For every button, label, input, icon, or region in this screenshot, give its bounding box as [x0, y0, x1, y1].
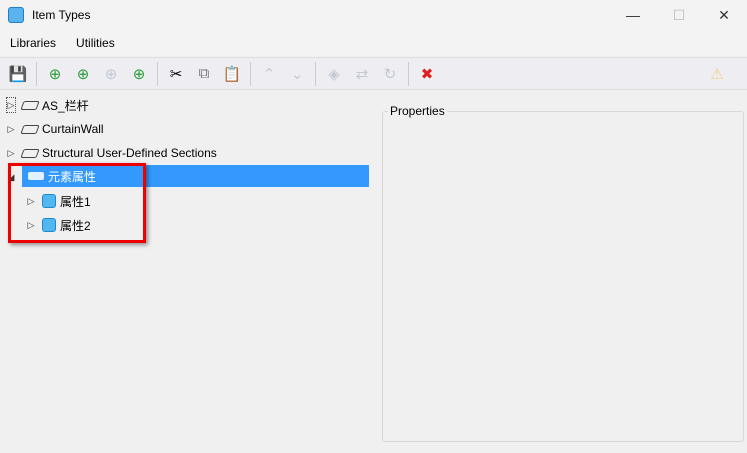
tool-2-icon[interactable]: ⇄	[350, 62, 374, 86]
tree-item[interactable]: ▷ AS_栏杆	[6, 94, 89, 116]
library-icon	[20, 100, 40, 110]
menu-libraries[interactable]: Libraries	[0, 36, 66, 50]
warning-icon: ⚠	[710, 65, 724, 83]
close-button[interactable]: ✕	[701, 0, 747, 30]
expand-icon[interactable]: ▷	[6, 97, 16, 113]
separator	[250, 61, 251, 86]
properties-label: Properties	[388, 104, 447, 118]
title-bar: Item Types — ☐ ✕	[0, 0, 747, 30]
tool-1-icon[interactable]: ◈	[322, 62, 346, 86]
move-down-icon[interactable]: ⌄	[285, 62, 309, 86]
tree-item-label: CurtainWall	[42, 122, 104, 136]
delete-icon[interactable]: ✖	[415, 62, 439, 86]
window-title: Item Types	[32, 8, 91, 22]
save-icon[interactable]: 💾	[6, 62, 30, 86]
expand-icon[interactable]: ▷	[6, 148, 16, 159]
properties-panel	[382, 111, 744, 442]
copy-icon[interactable]: ⧉	[192, 62, 216, 86]
minimize-button[interactable]: —	[610, 0, 656, 30]
expand-icon[interactable]: ▷	[6, 124, 16, 135]
maximize-button[interactable]: ☐	[656, 0, 702, 30]
tool-3-icon[interactable]: ↻	[378, 62, 402, 86]
highlight-annotation	[8, 163, 146, 243]
move-up-icon[interactable]: ⌃	[257, 62, 281, 86]
add-item-type-icon[interactable]: ⊕	[71, 62, 95, 86]
paste-icon[interactable]: 📋	[220, 62, 244, 86]
library-icon	[20, 124, 40, 134]
toolbar: 💾 ⊕ ⊕ ⊕ ⊕ ✂ ⧉ 📋 ⌃ ⌄ ◈ ⇄ ↻ ✖ ⚠	[0, 57, 747, 90]
menu-bar: Libraries Utilities	[0, 30, 747, 56]
separator	[157, 61, 158, 86]
add-definition-icon[interactable]: ⊕	[127, 62, 151, 86]
add-library-icon[interactable]: ⊕	[43, 62, 67, 86]
menu-utilities[interactable]: Utilities	[66, 36, 125, 50]
cut-icon[interactable]: ✂	[164, 62, 188, 86]
separator	[408, 61, 409, 86]
tree-item-label: AS_栏杆	[42, 98, 89, 113]
separator	[315, 61, 316, 86]
library-icon	[20, 148, 40, 158]
tree-item-label: Structural User-Defined Sections	[42, 146, 217, 160]
separator	[36, 61, 37, 86]
add-property-icon[interactable]: ⊕	[99, 62, 123, 86]
tree-item[interactable]: ▷ CurtainWall	[6, 118, 104, 140]
tree-item[interactable]: ▷ Structural User-Defined Sections	[6, 142, 217, 164]
app-icon	[8, 7, 24, 23]
